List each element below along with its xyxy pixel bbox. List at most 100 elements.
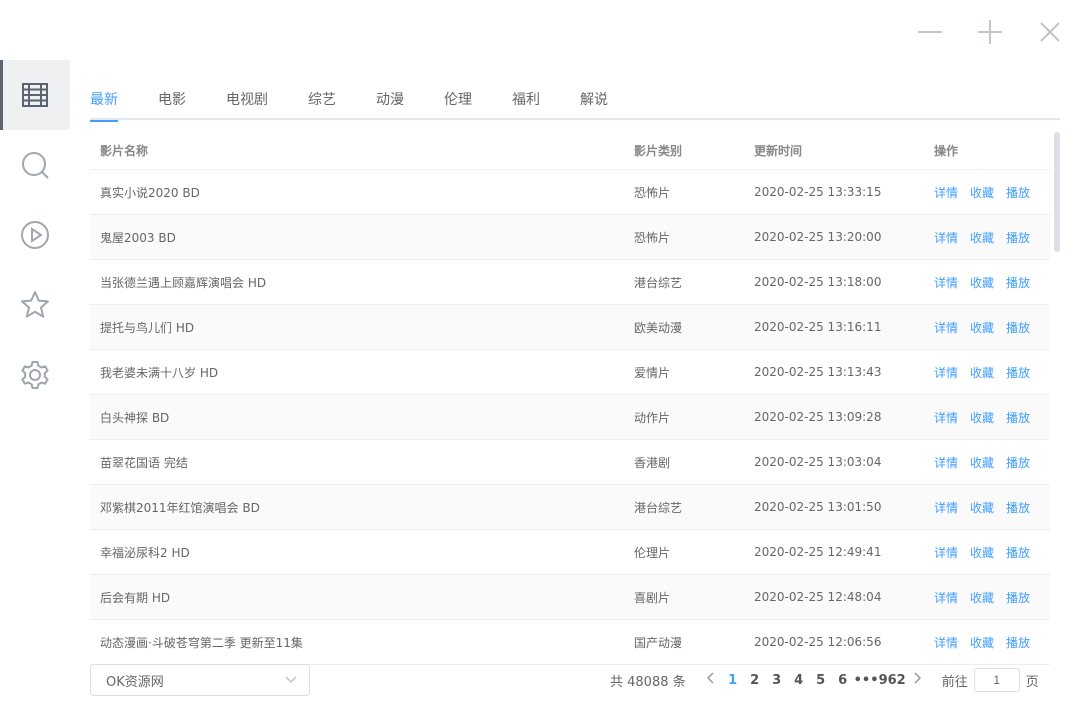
play-link[interactable]: 播放 (1006, 274, 1030, 291)
page-jump-input[interactable] (973, 668, 1020, 692)
jump-suffix: 页 (1025, 674, 1039, 690)
play-link[interactable]: 播放 (1006, 184, 1030, 201)
video-type: 爱情片 (634, 365, 671, 380)
detail-link[interactable]: 详情 (934, 319, 958, 336)
video-type: 恐怖片 (634, 185, 671, 200)
play-link[interactable]: 播放 (1006, 454, 1030, 471)
update-time: 2020-02-25 13:03:04 (754, 455, 882, 469)
sidebar-item-play[interactable] (0, 200, 70, 270)
table-row: 幸福泌尿科2 HD 伦理片 2020-02-25 12:49:41 详情 收藏 播放 (90, 530, 1050, 575)
table-row: 真实小说2020 BD 恐怖片 2020-02-25 13:33:15 详情 收藏 播放 (90, 170, 1050, 215)
tab-commentary[interactable]: 解说 (580, 80, 608, 120)
gear-icon (21, 361, 49, 389)
play-link[interactable]: 播放 (1006, 319, 1030, 336)
more-pages-ellipsis[interactable]: ••• (854, 673, 879, 688)
video-name: 鬼屋2003 BD (100, 230, 176, 245)
detail-link[interactable]: 详情 (934, 229, 958, 246)
play-link[interactable]: 播放 (1006, 229, 1030, 246)
detail-link[interactable]: 详情 (934, 589, 958, 606)
table-scrollbar[interactable] (1054, 132, 1060, 652)
chevron-left-icon (706, 672, 714, 684)
update-time: 2020-02-25 13:16:11 (754, 320, 882, 334)
detail-link[interactable]: 详情 (934, 544, 958, 561)
page-2[interactable]: 2 (744, 673, 766, 688)
tab-ethics[interactable]: 伦理 (444, 80, 472, 120)
maximize-button[interactable] (974, 14, 1006, 46)
video-name: 动态漫画·斗破苍穹第二季 更新至11集 (100, 635, 303, 650)
jump-prefix: 前往 (941, 674, 968, 690)
table-row: 动态漫画·斗破苍穹第二季 更新至11集 国产动漫 2020-02-25 12:06:… (90, 620, 1050, 665)
sidebar-item-search[interactable] (0, 130, 70, 200)
row-actions: 详情 收藏 播放 (934, 184, 1050, 201)
video-type: 港台综艺 (634, 500, 683, 515)
prev-page-button[interactable] (700, 672, 722, 688)
detail-link[interactable]: 详情 (934, 634, 958, 651)
detail-link[interactable]: 详情 (934, 364, 958, 381)
row-actions: 详情 收藏 播放 (934, 409, 1050, 426)
play-link[interactable]: 播放 (1006, 364, 1030, 381)
header-type: 影片类别 (634, 144, 683, 158)
table-row: 鬼屋2003 BD 恐怖片 2020-02-25 13:20:00 详情 收藏 播放 (90, 215, 1050, 260)
tab-tv-series[interactable]: 电视剧 (226, 80, 268, 120)
sidebar-item-favorites[interactable] (0, 270, 70, 340)
source-select[interactable]: OK资源网 (90, 664, 310, 696)
page-last[interactable]: 962 (879, 673, 906, 688)
scrollbar-thumb[interactable] (1054, 132, 1060, 252)
update-time: 2020-02-25 12:48:04 (754, 590, 882, 604)
favorite-link[interactable]: 收藏 (970, 634, 994, 651)
detail-link[interactable]: 详情 (934, 454, 958, 471)
video-type: 动作片 (634, 410, 671, 425)
favorite-link[interactable]: 收藏 (970, 454, 994, 471)
next-page-button[interactable] (906, 672, 928, 688)
favorite-link[interactable]: 收藏 (970, 409, 994, 426)
detail-link[interactable]: 详情 (934, 184, 958, 201)
detail-link[interactable]: 详情 (934, 274, 958, 291)
video-type: 港台综艺 (634, 275, 683, 290)
table-row: 邓紫棋2011年红馆演唱会 BD 港台综艺 2020-02-25 13:01:50 详… (90, 485, 1050, 530)
page-1[interactable]: 1 (722, 673, 744, 688)
tab-anime[interactable]: 动漫 (376, 80, 404, 120)
detail-link[interactable]: 详情 (934, 499, 958, 516)
favorite-link[interactable]: 收藏 (970, 364, 994, 381)
favorite-link[interactable]: 收藏 (970, 274, 994, 291)
video-name: 我老婆未满十八岁 HD (100, 365, 219, 380)
sidebar-item-settings[interactable] (0, 340, 70, 410)
page-5[interactable]: 5 (810, 673, 832, 688)
video-name: 白头神探 BD (100, 410, 170, 425)
tab-latest[interactable]: 最新 (90, 80, 118, 122)
video-type: 恐怖片 (634, 230, 671, 245)
sidebar-item-latest[interactable] (0, 60, 70, 130)
favorite-link[interactable]: 收藏 (970, 229, 994, 246)
chevron-right-icon (914, 672, 921, 684)
page-3[interactable]: 3 (766, 673, 788, 688)
favorite-link[interactable]: 收藏 (970, 499, 994, 516)
row-actions: 详情 收藏 播放 (934, 634, 1050, 651)
page-6[interactable]: 6 (832, 673, 854, 688)
update-time: 2020-02-25 13:09:28 (754, 410, 882, 424)
header-name: 影片名称 (100, 144, 149, 158)
video-name: 邓紫棋2011年红馆演唱会 BD (100, 500, 260, 515)
close-button[interactable] (1034, 14, 1066, 46)
play-link[interactable]: 播放 (1006, 544, 1030, 561)
play-link[interactable]: 播放 (1006, 409, 1030, 426)
play-link[interactable]: 播放 (1006, 499, 1030, 516)
update-time: 2020-02-25 13:18:00 (754, 275, 882, 289)
page-4[interactable]: 4 (788, 673, 810, 688)
header-time: 更新时间 (754, 144, 803, 158)
row-actions: 详情 收藏 播放 (934, 229, 1050, 246)
table-row: 提托与鸟儿们 HD 欧美动漫 2020-02-25 13:16:11 详情 收藏 播放 (90, 305, 1050, 350)
tab-welfare[interactable]: 福利 (512, 80, 540, 120)
video-type: 香港剧 (634, 455, 671, 470)
detail-link[interactable]: 详情 (934, 409, 958, 426)
favorite-link[interactable]: 收藏 (970, 319, 994, 336)
table-row: 当张德兰遇上顾嘉辉演唱会 HD 港台综艺 2020-02-25 13:18:00 详情… (90, 260, 1050, 305)
favorite-link[interactable]: 收藏 (970, 184, 994, 201)
play-link[interactable]: 播放 (1006, 589, 1030, 606)
favorite-link[interactable]: 收藏 (970, 589, 994, 606)
tab-movies[interactable]: 电影 (158, 80, 186, 120)
favorite-link[interactable]: 收藏 (970, 544, 994, 561)
minimize-button[interactable] (914, 14, 946, 46)
tab-variety[interactable]: 综艺 (308, 80, 336, 120)
play-circle-icon (21, 221, 49, 249)
play-link[interactable]: 播放 (1006, 634, 1030, 651)
